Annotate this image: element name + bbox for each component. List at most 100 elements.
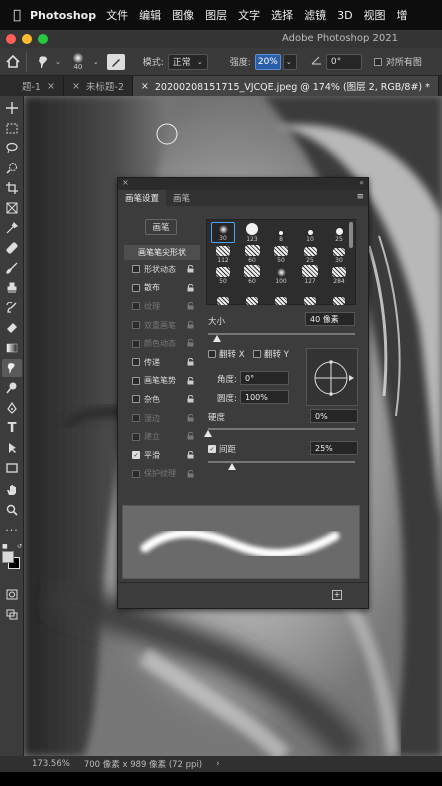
brush-tip-13[interactable]: 127 (298, 264, 322, 285)
lock-icon[interactable] (187, 339, 194, 347)
brush-tip-11[interactable]: 60 (240, 264, 264, 285)
spacing-slider-thumb[interactable] (227, 463, 236, 470)
tab-brush-settings[interactable]: 画笔设置 (118, 190, 167, 206)
swap-colors-icon[interactable]: ↺ (17, 543, 22, 550)
dual-brush-checkbox[interactable] (132, 321, 140, 330)
lock-icon[interactable] (187, 469, 194, 478)
protect-texture-checkbox[interactable] (132, 469, 140, 478)
brush-tip-15[interactable] (211, 285, 235, 306)
brush-tip-1[interactable]: 123 (240, 222, 264, 243)
option-noise[interactable]: 杂色 (124, 390, 200, 409)
minimize-window-button[interactable] (22, 34, 32, 44)
color-dynamics-checkbox[interactable] (132, 339, 140, 348)
brush-tip-4[interactable]: 25 (327, 222, 351, 243)
lock-icon[interactable] (187, 320, 194, 329)
menu-filter[interactable]: 滤镜 (304, 7, 326, 23)
brush-tip-grid[interactable]: 30 123 8 10 25 112 60 50 25 30 50 60 100 127 284 (206, 219, 356, 305)
menu-3d[interactable]: 3D (337, 9, 352, 22)
brush-grid-scrollbar[interactable] (349, 222, 353, 248)
clone-stamp-tool-icon[interactable] (2, 279, 22, 297)
lock-icon[interactable] (187, 413, 194, 422)
status-chevron-icon[interactable]: › (216, 759, 219, 769)
lock-icon[interactable] (187, 357, 194, 366)
lock-icon[interactable] (187, 301, 194, 310)
brush-tip-14[interactable]: 284 (327, 264, 351, 285)
brush-picker-chevron-icon[interactable]: ⌄ (93, 58, 99, 66)
angle-input[interactable]: 0° (240, 371, 289, 385)
quick-mask-icon[interactable] (2, 585, 22, 603)
foreground-color-swatch[interactable] (2, 551, 14, 563)
tool-preset-chevron-icon[interactable]: ⌄ (55, 58, 61, 66)
hardness-input[interactable]: 0% (310, 409, 358, 423)
sample-all-layers-checkbox[interactable] (373, 57, 382, 66)
option-build-up[interactable]: 建立 (124, 427, 200, 446)
brush-tip-12[interactable]: 100 (269, 264, 293, 285)
option-color-dynamics[interactable]: 颜色动态 (124, 334, 200, 353)
zoom-window-button[interactable] (38, 34, 48, 44)
smudge-tool-icon[interactable] (33, 55, 55, 69)
gradient-tool-icon[interactable] (2, 339, 22, 357)
lock-icon[interactable] (187, 432, 194, 440)
brush-presets-button[interactable]: 画笔 (145, 219, 177, 235)
brush-tip-19[interactable] (327, 285, 351, 306)
option-brush-pose[interactable]: 画笔笔势 (124, 372, 200, 391)
menu-plugins[interactable]: 增 (397, 7, 408, 23)
hardness-slider-track[interactable] (208, 428, 355, 430)
hardness-slider-thumb[interactable] (204, 430, 212, 437)
path-selection-tool-icon[interactable] (2, 439, 22, 457)
close-icon[interactable]: × (47, 81, 55, 92)
close-icon[interactable]: × (141, 81, 149, 92)
brush-tip-3[interactable]: 10 (298, 222, 322, 243)
menu-layer[interactable]: 图层 (205, 7, 227, 23)
panel-menu-icon[interactable]: ≡ (356, 192, 364, 202)
lock-icon[interactable] (187, 376, 194, 385)
brush-settings-toggle-icon[interactable] (106, 53, 125, 70)
menu-view[interactable]: 视图 (364, 7, 386, 23)
history-brush-tool-icon[interactable] (2, 299, 22, 317)
scattering-checkbox[interactable] (132, 283, 140, 292)
move-tool-icon[interactable] (2, 99, 22, 117)
new-brush-preset-icon[interactable]: + (332, 590, 342, 600)
size-input[interactable]: 40 像素 (305, 312, 355, 326)
mode-select[interactable]: 正常 ⌄ (167, 53, 208, 70)
noise-checkbox[interactable] (132, 395, 140, 404)
brush-tip-5[interactable]: 112 (211, 243, 235, 264)
lock-icon[interactable] (187, 283, 194, 292)
tab-document-active[interactable]: × 20200208151715_VJCQE.jpeg @ 174% (图层 2… (132, 76, 439, 96)
app-menu[interactable]: Photoshop (30, 9, 96, 22)
dodge-tool-icon[interactable] (2, 379, 22, 397)
brush-tip-18[interactable] (298, 285, 322, 306)
flip-y-checkbox[interactable] (253, 350, 261, 358)
strength-dropdown-icon[interactable]: ⌄ (282, 53, 297, 70)
strength-input[interactable]: 20% (254, 53, 281, 70)
color-swatches[interactable]: ■ ↺ (2, 543, 22, 569)
edit-toolbar-icon[interactable]: ··· (2, 521, 22, 539)
lock-icon[interactable] (187, 450, 194, 459)
home-icon[interactable] (0, 49, 26, 75)
brush-tip-8[interactable]: 25 (298, 243, 322, 264)
size-slider-thumb[interactable] (212, 335, 221, 342)
close-panel-icon[interactable]: × (122, 178, 129, 187)
texture-checkbox[interactable] (132, 302, 140, 311)
angle-roundness-widget[interactable] (306, 348, 358, 406)
option-texture[interactable]: 纹理 (124, 297, 200, 316)
screen-mode-icon[interactable] (2, 605, 22, 623)
option-smoothing[interactable]: ✓ 平滑 (124, 446, 200, 465)
eyedropper-tool-icon[interactable] (2, 219, 22, 237)
brush-tip-0[interactable]: 30 (211, 222, 235, 243)
crop-tool-icon[interactable] (2, 179, 22, 197)
brush-tip-16[interactable] (240, 285, 264, 306)
brush-tip-9[interactable]: 30 (327, 243, 351, 264)
spacing-input[interactable]: 25% (310, 441, 358, 455)
menu-select[interactable]: 选择 (271, 7, 293, 23)
wet-edges-checkbox[interactable] (132, 414, 140, 423)
type-tool-icon[interactable]: T (2, 419, 22, 437)
spacing-checkbox[interactable]: ✓ (208, 445, 216, 453)
hand-tool-icon[interactable] (2, 481, 22, 499)
brush-tip-2[interactable]: 8 (269, 222, 293, 243)
frame-tool-icon[interactable] (2, 199, 22, 217)
option-shape-dynamics[interactable]: 形状动态 (124, 260, 200, 279)
lock-icon[interactable] (187, 394, 194, 403)
option-scattering[interactable]: 散布 (124, 279, 200, 298)
menu-edit[interactable]: 编辑 (139, 7, 161, 23)
